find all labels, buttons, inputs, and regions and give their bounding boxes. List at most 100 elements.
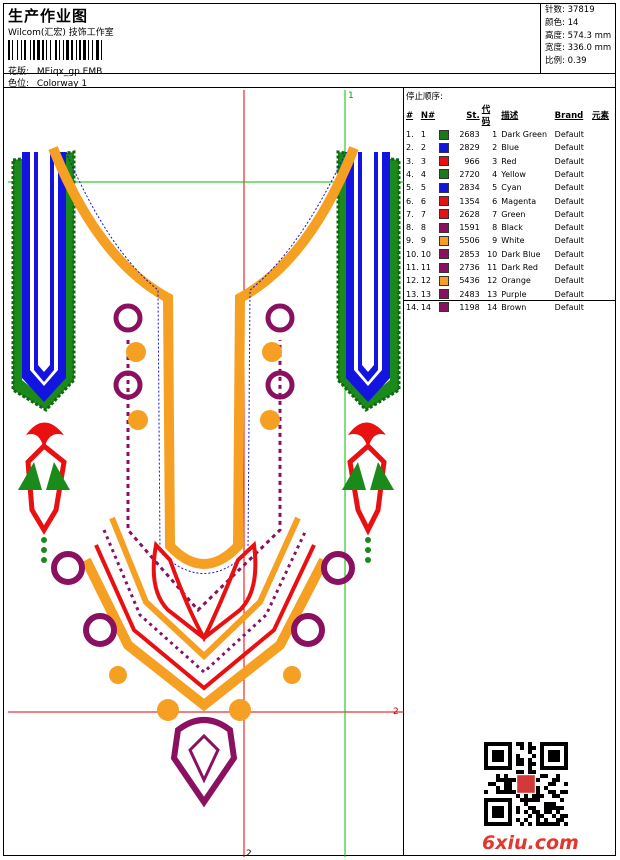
qr-module [508, 782, 512, 786]
row-code: 4 [492, 169, 498, 179]
production-sheet: 生产作业图 Wilcom(汇宏) 技饰工作室 花版: MEiqx_gp.EMB … [3, 3, 617, 857]
column-header: # [406, 111, 414, 122]
row-code: 1 [492, 130, 498, 140]
row-index: 6. [406, 196, 414, 206]
qr-module [536, 778, 540, 782]
qr-module [528, 798, 532, 802]
row-index: 5. [406, 183, 414, 193]
qr-module [552, 806, 556, 810]
qr-module [564, 782, 568, 786]
qr-module [560, 814, 564, 818]
stat-value: 574.3 mm [567, 30, 612, 41]
qr-module [540, 746, 544, 750]
color-swatch-cell [438, 195, 451, 208]
qr-module [484, 798, 488, 802]
row-brand: Default [554, 130, 584, 140]
qr-module [504, 798, 508, 802]
row-element [592, 262, 615, 275]
qr-module [484, 746, 488, 750]
qr-module [564, 822, 568, 826]
qr-module [504, 778, 508, 782]
qr-logo [517, 775, 535, 793]
row-description: Purple [501, 289, 527, 299]
qr-module [492, 810, 496, 814]
color-swatch-cell [438, 262, 451, 275]
qr-module [548, 782, 552, 786]
qr-module [560, 806, 564, 810]
row-code: 7 [492, 209, 498, 219]
row-index: 12. [406, 276, 419, 286]
qr-module [492, 798, 496, 802]
qr-module [484, 802, 488, 806]
qr-module [520, 746, 524, 750]
row-element [592, 168, 615, 181]
qr-module [536, 814, 540, 818]
colorway-divider [4, 87, 615, 88]
row-description: Blue [501, 143, 519, 153]
row-description: Cyan [501, 183, 522, 193]
table-row: 11. 11 2736 11 Dark Red Default [406, 262, 615, 275]
stat-label: 颜色: [545, 17, 565, 28]
row-index: 7. [406, 209, 414, 219]
color-swatch [438, 235, 449, 246]
qr-module [508, 778, 512, 782]
stat-row: 宽度: 336.0 mm [543, 42, 617, 55]
qr-module [540, 762, 544, 766]
qr-module [500, 814, 504, 818]
qr-module [528, 746, 532, 750]
row-needle: 4 [420, 169, 426, 179]
qr-module [564, 790, 568, 794]
stat-row: 针数: 37819 [543, 4, 617, 17]
qr-module [508, 814, 512, 818]
qr-module [564, 766, 568, 770]
company-name: Wilcom(汇宏) 技饰工作室 [8, 28, 114, 38]
qr-module [564, 762, 568, 766]
qr-module [484, 814, 488, 818]
qr-module [540, 774, 544, 778]
table-row: 6. 6 1354 6 Magenta Default [406, 195, 615, 208]
row-description: Black [501, 223, 523, 233]
row-brand: Default [554, 196, 584, 206]
row-brand: Default [554, 209, 584, 219]
qr-module [536, 798, 540, 802]
qr-module [532, 762, 536, 766]
barcode-bar [46, 40, 47, 60]
qr-module [552, 802, 556, 806]
qr-module [564, 746, 568, 750]
color-swatch-cell [438, 275, 451, 288]
qr-module [548, 802, 552, 806]
marker-top: 1 [348, 91, 354, 101]
row-description: White [501, 236, 525, 246]
row-index: 1. [406, 130, 414, 140]
row-stitches: 5506 [459, 236, 480, 246]
table-row: 4. 4 2720 4 Yellow Default [406, 168, 615, 181]
qr-module [564, 754, 568, 758]
barcode-bar [55, 40, 57, 60]
qr-module [536, 786, 540, 790]
qr-module [516, 794, 520, 798]
qr-module [548, 742, 552, 746]
qr-module [496, 790, 500, 794]
row-index: 4. [406, 169, 414, 179]
qr-module [504, 766, 508, 770]
qr-module [528, 806, 532, 810]
qr-module [536, 790, 540, 794]
qr-module [520, 798, 524, 802]
barcode-bar [96, 40, 99, 60]
qr-module [508, 818, 512, 822]
qr-module [508, 810, 512, 814]
qr-module [492, 758, 496, 762]
qr-module [504, 742, 508, 746]
qr-module [560, 790, 564, 794]
stat-label: 针数: [545, 5, 565, 15]
qr-module [548, 790, 552, 794]
color-swatch [438, 169, 449, 180]
barcode-bar [42, 40, 44, 60]
qr-module [552, 778, 556, 782]
qr-module [552, 782, 556, 786]
qr-module [556, 754, 560, 758]
qr-module [488, 782, 492, 786]
row-element [592, 288, 615, 301]
table-row: 8. 8 1591 8 Black Default [406, 222, 615, 235]
row-stitches: 2853 [459, 249, 480, 259]
